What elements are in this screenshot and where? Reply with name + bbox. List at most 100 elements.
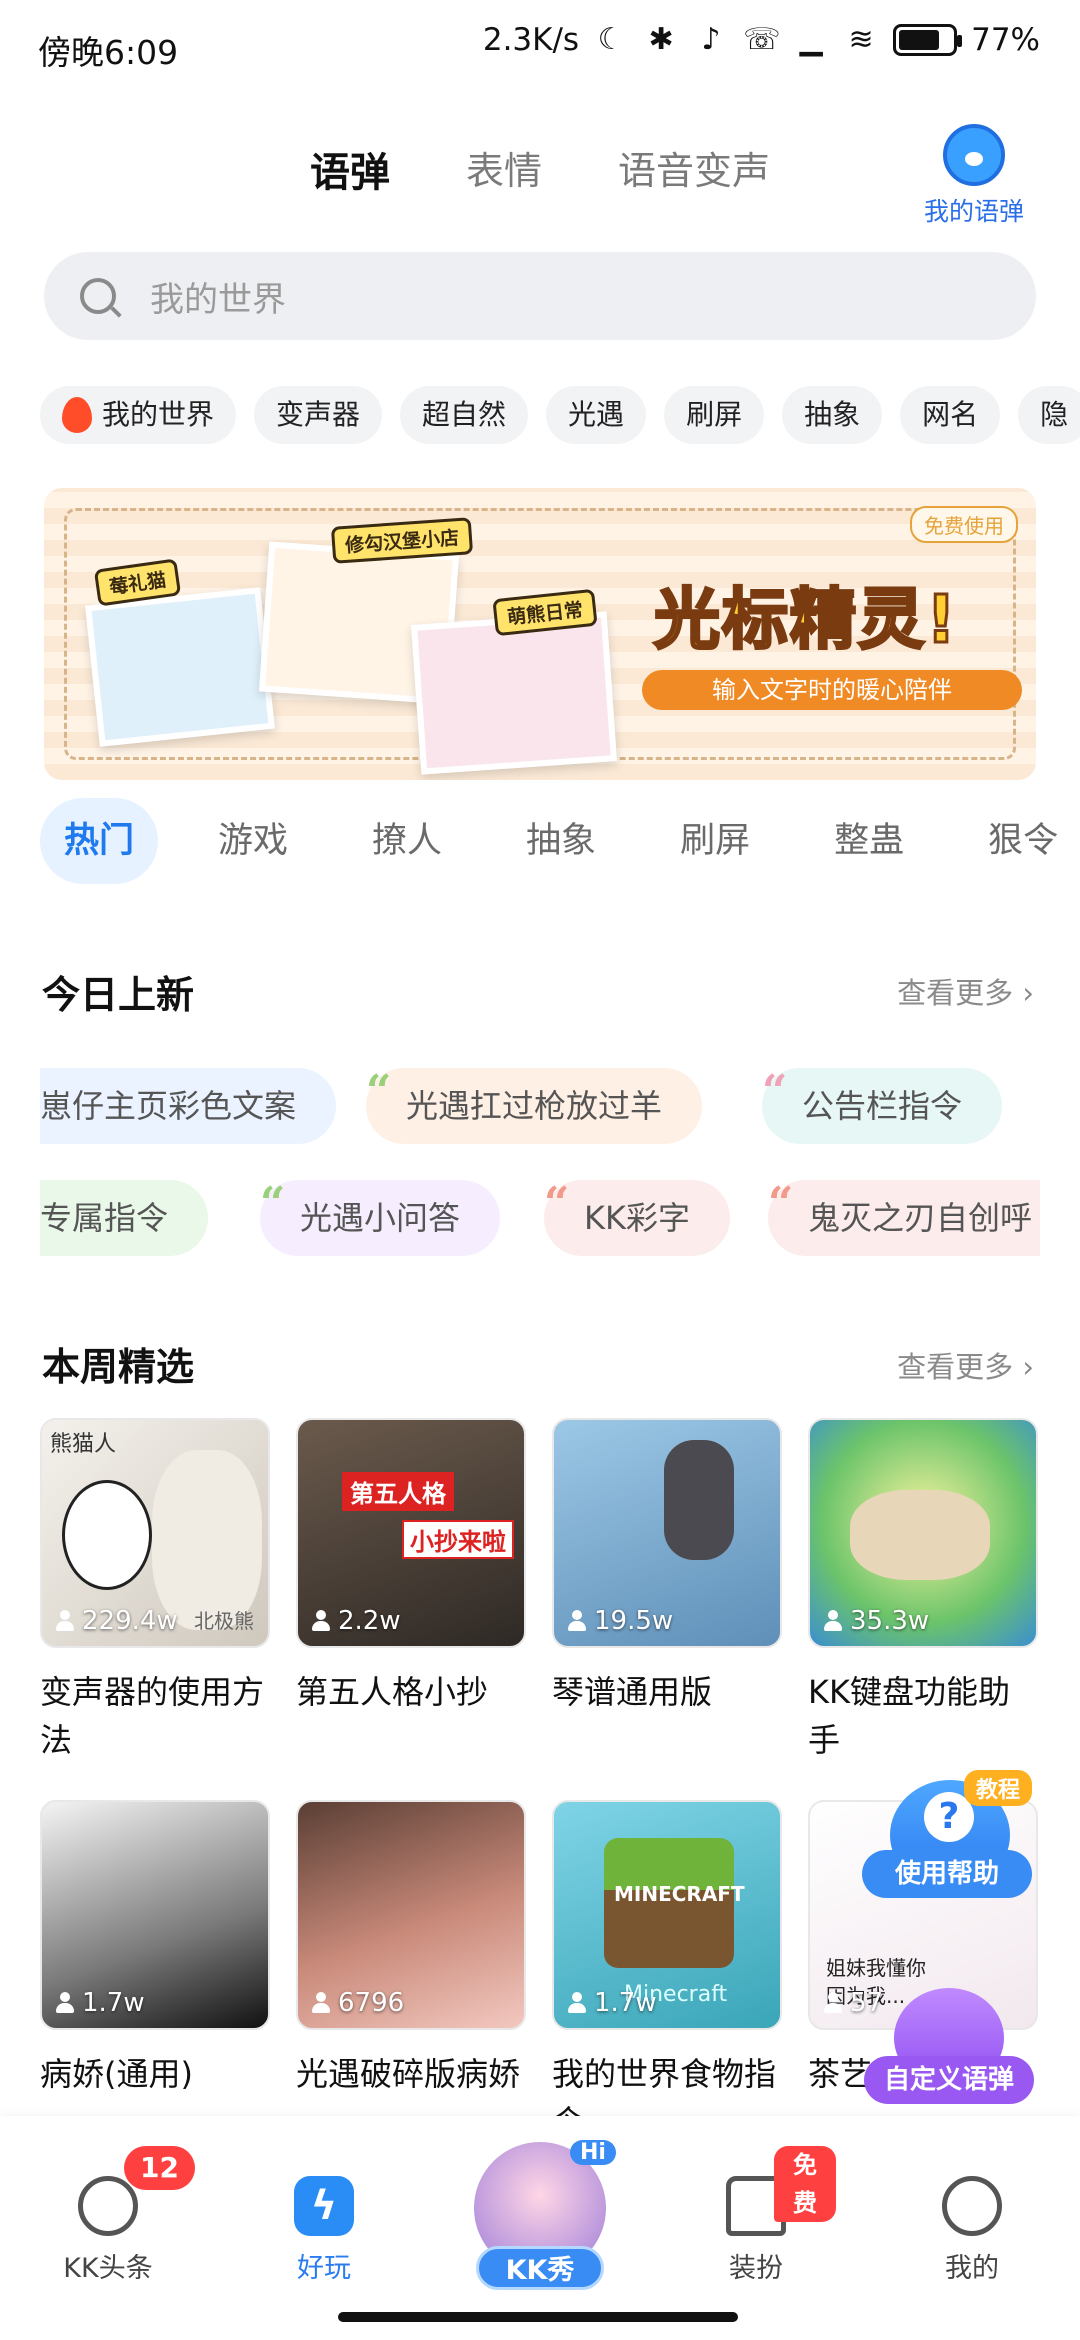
bottom-nav: 12 KK头条 ϟ 好玩 Hi KK秀 免费 装扮 我的 bbox=[0, 2116, 1080, 2340]
chip[interactable]: 光遇 bbox=[546, 386, 647, 444]
call-icon: ☏ bbox=[743, 22, 781, 57]
weekly-card[interactable]: 19.5w 琴谱通用版 bbox=[552, 1418, 782, 1716]
today-new-row-2: 专属指令 “光遇小问答 “KK彩字 “鬼灭之刃自创呼 bbox=[40, 1180, 1040, 1258]
banner-pic-bear bbox=[411, 611, 617, 775]
category-tab[interactable]: 狠令 bbox=[964, 798, 1080, 884]
chip[interactable]: 网名 bbox=[900, 386, 1001, 444]
card-title: 病娇(通用) bbox=[40, 2055, 193, 2093]
status-bar: 傍晚6:09 2.3K/s ☾ ✱ ♪ ☏ ▁ ≋ 77% bbox=[0, 0, 1080, 96]
today-new-item[interactable]: 崽仔主页彩色文案 bbox=[40, 1068, 337, 1144]
category-tab[interactable]: 撩人 bbox=[348, 798, 466, 884]
unread-badge: 12 bbox=[124, 2146, 195, 2190]
person-icon bbox=[312, 1992, 330, 2014]
battery-icon bbox=[893, 24, 963, 56]
panda-meme bbox=[62, 1480, 152, 1590]
bell-muted-icon: ♪ bbox=[701, 22, 721, 57]
banner-subtitle: 输入文字时的暖心陪伴 bbox=[642, 670, 1022, 710]
wifi-icon: ≋ bbox=[848, 22, 874, 57]
tutorial-badge: 教程 bbox=[963, 1770, 1032, 1806]
weekly-title: 本周精选 bbox=[42, 1345, 195, 1389]
card-title: 变声器的使用方法 bbox=[40, 1673, 265, 1759]
weekly-card[interactable]: 第五人格 小抄来啦 2.2w 第五人格小抄 bbox=[296, 1418, 526, 1716]
nav-dress-up[interactable]: 免费 装扮 bbox=[676, 2146, 836, 2285]
chip[interactable]: 隐 bbox=[1018, 386, 1080, 444]
status-time: 傍晚6:09 bbox=[38, 33, 179, 72]
net-speed: 2.3K/s bbox=[482, 22, 580, 58]
quote-icon: “ bbox=[544, 1180, 570, 1229]
today-new-item[interactable]: “光遇扛过枪放过羊 bbox=[366, 1068, 703, 1144]
today-new-item[interactable]: 专属指令 bbox=[40, 1180, 209, 1256]
category-tab-hot[interactable]: 热门 bbox=[40, 798, 159, 884]
planet-icon bbox=[78, 2176, 138, 2236]
hot-keyword-chips: 我的世界 变声器 超自然 光遇 刷屏 抽象 网名 隐 bbox=[40, 386, 1080, 444]
card-image: MINECRAFT Minecraft 1.7w bbox=[552, 1800, 782, 2030]
category-tab[interactable]: 抽象 bbox=[502, 798, 620, 884]
my-yudan-button[interactable]: 我的语弹 bbox=[914, 124, 1034, 228]
card-title: KK键盘功能助手 bbox=[808, 1673, 1010, 1759]
cat-meme bbox=[850, 1490, 990, 1580]
promo-banner[interactable]: 莓礼猫 修勾汉堡小店 萌熊日常 光标精灵! 输入文字时的暖心陪伴 免费使用 bbox=[44, 488, 1036, 780]
card-image: 6796 bbox=[296, 1800, 526, 2030]
today-new-item[interactable]: “鬼灭之刃自创呼 bbox=[768, 1180, 1040, 1256]
card-title: 琴谱通用版 bbox=[552, 1673, 713, 1711]
custom-yudan-button[interactable]: 自定义语弹 bbox=[864, 1988, 1034, 2118]
weekly-card[interactable]: 1.7w 病娇(通用) bbox=[40, 1800, 270, 2098]
tab-emoji[interactable]: 表情 bbox=[466, 140, 542, 198]
category-tab[interactable]: 整蛊 bbox=[810, 798, 928, 884]
category-tab[interactable]: 刷屏 bbox=[656, 798, 774, 884]
quote-icon: “ bbox=[762, 1068, 788, 1117]
weekly-card[interactable]: MINECRAFT Minecraft 1.7w 我的世界食物指令 bbox=[552, 1800, 782, 2146]
home-indicator bbox=[338, 2312, 738, 2322]
player-figure bbox=[664, 1440, 734, 1560]
card-title: 第五人格小抄 bbox=[296, 1673, 489, 1711]
custom-yudan-label: 自定义语弹 bbox=[864, 2056, 1034, 2104]
person-icon bbox=[568, 1992, 586, 2014]
tab-voice-changer[interactable]: 语音变声 bbox=[618, 140, 770, 198]
person-icon bbox=[56, 1992, 74, 2014]
search-bar[interactable]: 我的世界 bbox=[44, 252, 1036, 340]
today-new-more-link[interactable]: 查看更多 › bbox=[897, 970, 1034, 1012]
quote-icon: “ bbox=[260, 1180, 286, 1229]
quote-icon: “ bbox=[768, 1180, 794, 1229]
weekly-more-link[interactable]: 查看更多 › bbox=[897, 1344, 1034, 1386]
polar-bear bbox=[152, 1450, 262, 1630]
view-count: 6796 bbox=[312, 1988, 404, 2018]
category-tab[interactable]: 游戏 bbox=[194, 798, 312, 884]
chip-minecraft[interactable]: 我的世界 bbox=[40, 386, 237, 444]
banner-pic-strawberry-cat bbox=[85, 587, 275, 747]
nav-kk-show[interactable]: KK秀 bbox=[476, 2246, 604, 2290]
weekly-card[interactable]: 熊猫人 北极熊 229.4w 变声器的使用方法 bbox=[40, 1418, 270, 1764]
fire-icon bbox=[62, 397, 92, 433]
person-icon bbox=[824, 1992, 842, 2014]
chip[interactable]: 刷屏 bbox=[664, 386, 765, 444]
status-icons: 2.3K/s ☾ ✱ ♪ ☏ ▁ ≋ 77% bbox=[483, 22, 1040, 58]
view-count: 35.3w bbox=[824, 1606, 929, 1636]
today-new-item[interactable]: “公告栏指令 bbox=[762, 1068, 1003, 1144]
chip[interactable]: 抽象 bbox=[782, 386, 883, 444]
card-image: 熊猫人 北极熊 229.4w bbox=[40, 1418, 270, 1648]
usage-help-button[interactable]: ? 教程 使用帮助 bbox=[862, 1770, 1032, 1900]
weekly-card[interactable]: 35.3w KK键盘功能助手 bbox=[808, 1418, 1038, 1764]
person-icon bbox=[312, 1610, 330, 1632]
chip[interactable]: 变声器 bbox=[254, 386, 383, 444]
nav-me[interactable]: 我的 bbox=[892, 2176, 1052, 2285]
chip[interactable]: 超自然 bbox=[400, 386, 529, 444]
nav-kk-headlines[interactable]: 12 KK头条 bbox=[28, 2146, 195, 2285]
person-icon bbox=[56, 1610, 74, 1632]
view-count: 1.7w bbox=[56, 1988, 145, 2018]
profile-chat-icon bbox=[942, 2176, 1002, 2236]
card-image: 第五人格 小抄来啦 2.2w bbox=[296, 1418, 526, 1648]
card-image: 35.3w bbox=[808, 1418, 1038, 1648]
weekly-card[interactable]: 6796 光遇破碎版病娇 bbox=[296, 1800, 526, 2098]
card-title: 光遇破碎版病娇 bbox=[296, 2055, 521, 2093]
bluetooth-icon: ✱ bbox=[648, 22, 674, 57]
today-new-item[interactable]: “光遇小问答 bbox=[260, 1180, 501, 1256]
bolt-icon: ϟ bbox=[294, 2176, 354, 2236]
search-icon bbox=[80, 278, 116, 314]
today-new-item[interactable]: “KK彩字 bbox=[544, 1180, 730, 1256]
search-input[interactable]: 我的世界 bbox=[150, 272, 286, 321]
banner-title: 光标精灵! bbox=[652, 580, 959, 660]
quote-icon: “ bbox=[366, 1068, 392, 1117]
nav-fun[interactable]: ϟ 好玩 bbox=[244, 2176, 404, 2285]
tab-yudan[interactable]: 语弹 bbox=[310, 140, 394, 204]
